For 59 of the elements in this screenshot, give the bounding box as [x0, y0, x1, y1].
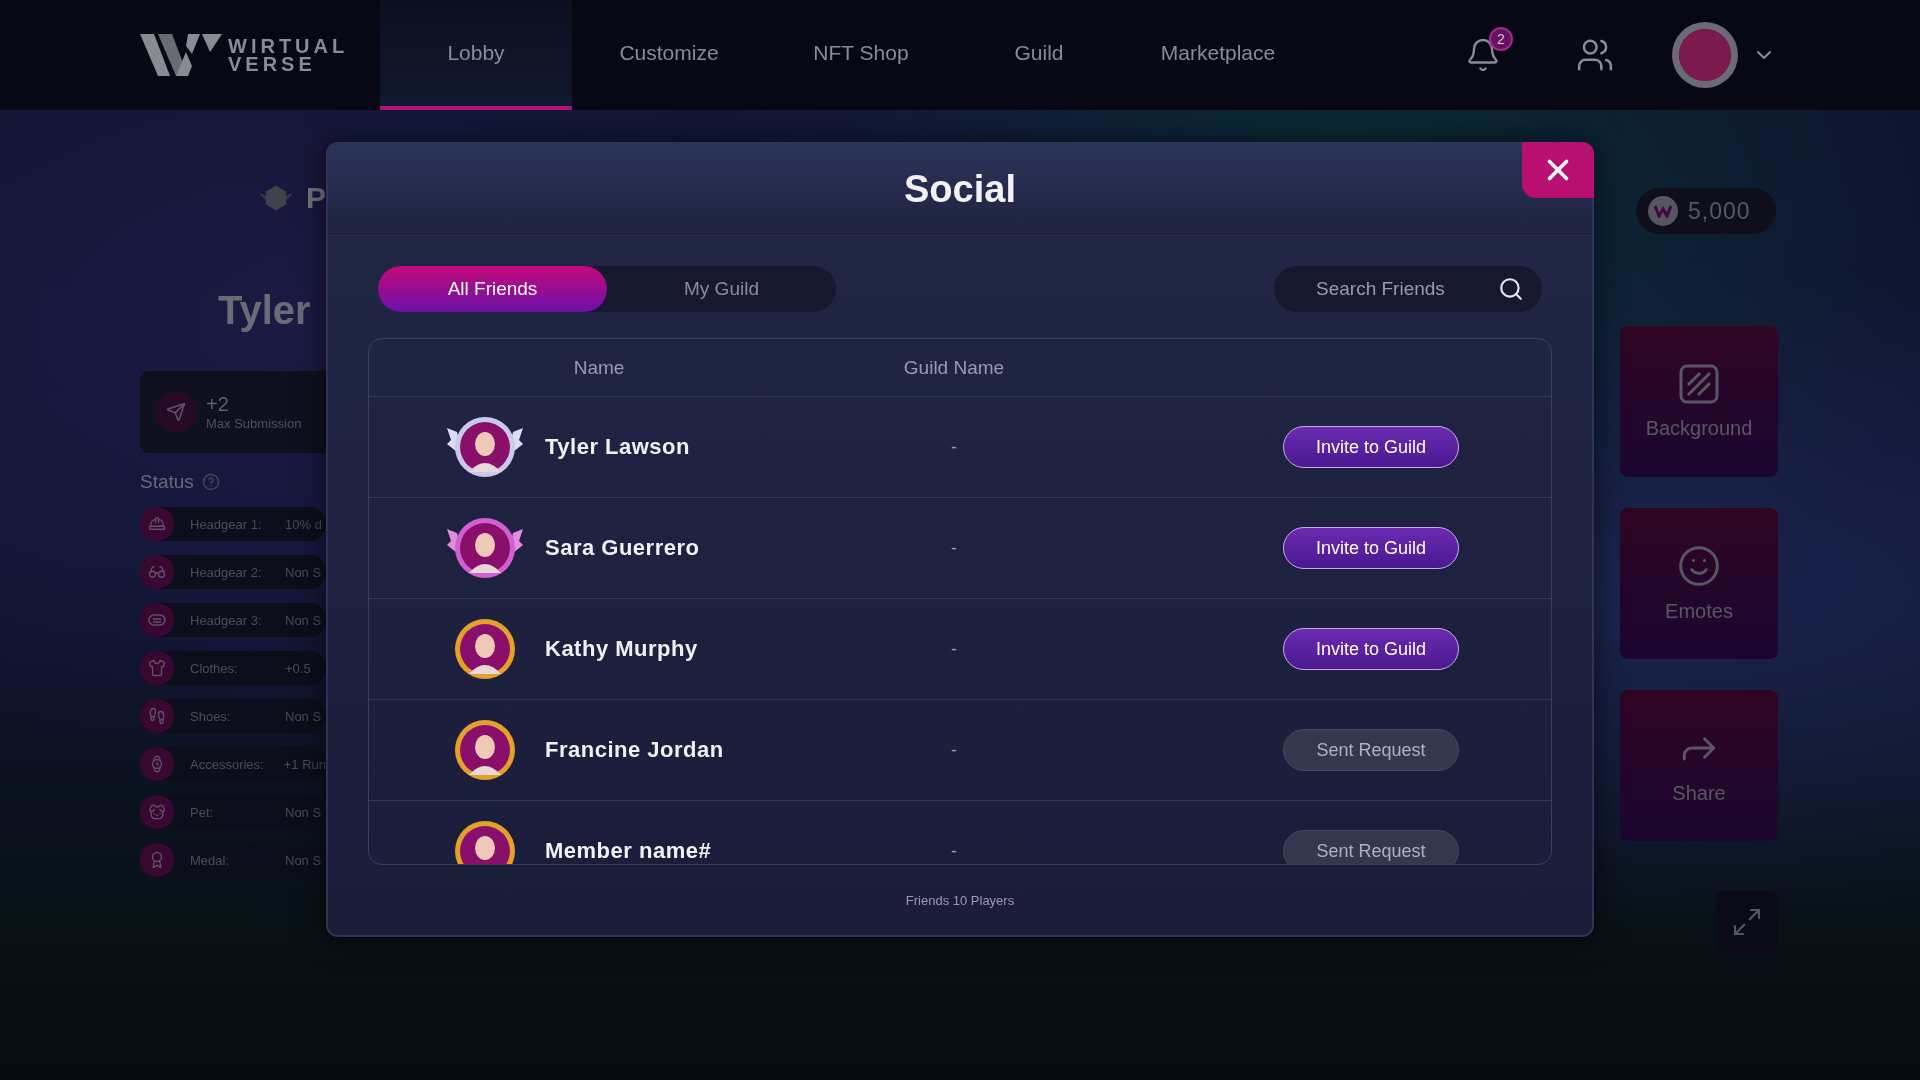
filter-tab[interactable]: My Guild	[607, 266, 836, 312]
search-field[interactable]: Search Friends	[1274, 266, 1542, 312]
status-name: Headgear 3:	[190, 612, 263, 628]
nav-tab[interactable]: Marketplace	[1122, 0, 1314, 110]
status-value: +0.5	[285, 660, 311, 676]
expand-icon	[1731, 906, 1763, 938]
coin-icon	[1648, 196, 1678, 226]
shoe-icon	[148, 707, 166, 725]
hatched-square-icon	[1678, 363, 1720, 405]
friend-name: Member name#	[545, 838, 712, 864]
status-name: Headgear 1:	[190, 516, 263, 532]
nav-tab[interactable]: Customize	[572, 0, 766, 110]
invite-button[interactable]: Invite to Guild	[1283, 628, 1459, 670]
guild-name: -	[950, 436, 958, 458]
status-name: Pet:	[190, 804, 215, 820]
logo-subtitle: VERSE	[228, 55, 317, 73]
column-header: Guild Name	[902, 356, 1006, 379]
logo-wordmark: WIRTUAL	[228, 37, 349, 55]
shirt-icon	[148, 659, 166, 677]
profile-title: P	[306, 181, 326, 215]
friend-name: Tyler Lawson	[545, 434, 690, 460]
glasses-icon	[148, 563, 166, 581]
nav-tab[interactable]: NFT Shop	[766, 0, 956, 110]
guild-name: -	[950, 739, 958, 761]
status-label: Status	[140, 471, 194, 493]
column-header: Name	[572, 356, 626, 379]
status-name: Shoes:	[190, 708, 232, 724]
friend-name: Sara Guerrero	[545, 535, 700, 561]
guild-name: -	[950, 537, 958, 559]
nav-tab[interactable]: Lobby	[380, 0, 572, 110]
friend-name: Kathy Murphy	[545, 636, 698, 662]
balance-amount: 5,000	[1688, 197, 1751, 225]
guild-name: -	[950, 840, 958, 862]
logo-mark-icon	[140, 32, 222, 78]
invite-button[interactable]: Invite to Guild	[1283, 426, 1459, 468]
status-name: Clothes:	[190, 660, 239, 676]
friends-count: Friends 10 Players	[905, 892, 1015, 908]
player-name: Tyler	[218, 288, 312, 333]
dog-icon	[148, 803, 166, 821]
nav-tab[interactable]: Guild	[956, 0, 1122, 110]
cap-icon	[148, 515, 166, 533]
close-button[interactable]	[1522, 142, 1594, 198]
notification-count: 2	[1489, 27, 1513, 51]
submission-value: +2	[206, 393, 230, 416]
friend-name: Francine Jordan	[545, 737, 724, 763]
mask-icon	[148, 613, 166, 627]
status-name: Accessories:	[190, 756, 265, 772]
search-icon	[1498, 276, 1524, 302]
submission-label: Max Submission	[206, 416, 302, 431]
search-input[interactable]: Search Friends	[1314, 277, 1488, 301]
expand-button[interactable]	[1716, 891, 1778, 953]
status-value: +1 Run	[283, 756, 326, 772]
status-name: Headgear 2:	[190, 564, 263, 580]
filter-tab[interactable]: All Friends	[378, 266, 607, 312]
smile-icon	[1677, 544, 1721, 588]
status-name: Medal:	[190, 852, 231, 868]
dialog-title: Social	[904, 168, 1016, 211]
invite-button[interactable]: Invite to Guild	[1283, 527, 1459, 569]
guild-name: -	[950, 638, 958, 660]
